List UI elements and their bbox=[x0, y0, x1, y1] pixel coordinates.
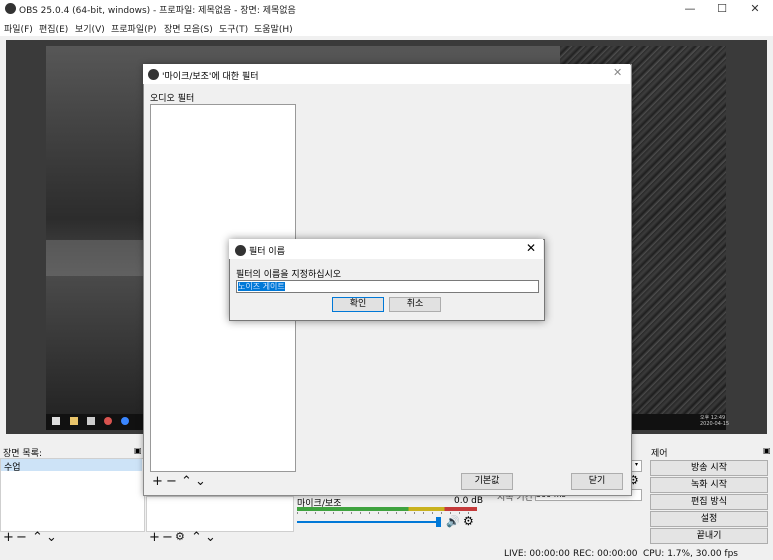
transition-dropdown-arrow[interactable]: ▾ bbox=[631, 460, 642, 472]
filter-down-icon[interactable]: ⌄ bbox=[195, 474, 206, 489]
filter-name-input[interactable]: 노이즈 게이트 bbox=[236, 280, 539, 293]
add-filter-icon[interactable]: + bbox=[152, 474, 163, 489]
ok-button[interactable]: 확인 bbox=[332, 297, 384, 312]
menu-help[interactable]: 도움말(H) bbox=[254, 22, 293, 35]
scene-item-selected[interactable] bbox=[1, 459, 142, 471]
edge-icon bbox=[121, 417, 129, 425]
volume-slider[interactable] bbox=[297, 521, 437, 523]
rec-status: REC: 00:00:00 bbox=[573, 549, 638, 559]
obs-logo-icon bbox=[148, 69, 159, 80]
remove-filter-icon[interactable]: − bbox=[166, 474, 177, 489]
start-streaming-button[interactable]: 방송 시작 bbox=[650, 460, 768, 476]
studio-mode-button[interactable]: 편집 방식 bbox=[650, 494, 768, 510]
controls-float-icon[interactable]: ▣ bbox=[763, 446, 771, 455]
move-up-icon[interactable]: ⌃ bbox=[32, 530, 43, 545]
windows-start-icon bbox=[52, 417, 60, 425]
mixer-level: 0.0 dB bbox=[454, 496, 484, 506]
menu-view[interactable]: 보기(V) bbox=[75, 22, 105, 35]
filter-up-icon[interactable]: ⌃ bbox=[181, 474, 192, 489]
filter-name-value: 노이즈 게이트 bbox=[238, 282, 285, 291]
minimize-button[interactable]: — bbox=[674, 0, 706, 18]
defaults-button[interactable]: 기본값 bbox=[461, 473, 513, 490]
menu-file[interactable]: 파일(F) bbox=[4, 22, 33, 35]
speaker-icon[interactable]: 🔊 bbox=[446, 515, 460, 528]
controls-title: 제어 bbox=[651, 449, 668, 459]
window-title: OBS 25.0.4 (64-bit, windows) - 프로파일: 제목없… bbox=[19, 6, 296, 16]
meter-ticks bbox=[297, 512, 477, 514]
remove-scene-icon[interactable]: − bbox=[16, 530, 27, 545]
obs-logo-icon bbox=[5, 3, 16, 14]
remove-source-icon[interactable]: − bbox=[162, 530, 173, 545]
filters-close-icon[interactable]: ✕ bbox=[613, 66, 622, 79]
add-source-icon[interactable]: + bbox=[149, 530, 160, 545]
maximize-button[interactable]: ☐ bbox=[706, 0, 738, 18]
filter-name-close-icon[interactable]: ✕ bbox=[526, 241, 536, 255]
source-settings-icon[interactable]: ⚙ bbox=[175, 530, 185, 543]
move-down-icon[interactable]: ⌄ bbox=[46, 530, 57, 545]
folder-icon bbox=[70, 417, 78, 425]
captured-clock: 오후 12:49 2020-04-15 bbox=[700, 415, 729, 427]
cancel-button[interactable]: 취소 bbox=[389, 297, 441, 312]
menu-tools[interactable]: 도구(T) bbox=[219, 22, 248, 35]
add-scene-icon[interactable]: + bbox=[3, 530, 14, 545]
volume-slider-handle[interactable] bbox=[436, 517, 441, 527]
menu-edit[interactable]: 편집(E) bbox=[39, 22, 68, 35]
obs-logo-icon bbox=[235, 245, 246, 256]
mixer-gear-icon[interactable]: ⚙ bbox=[463, 514, 474, 528]
dock-float-icon[interactable]: ▣ bbox=[134, 446, 142, 455]
audio-filters-label: 오디오 필터 bbox=[150, 94, 195, 104]
live-status: LIVE: 00:00:00 bbox=[504, 549, 570, 559]
source-down-icon[interactable]: ⌄ bbox=[205, 530, 216, 545]
captured-date: 2020-04-15 bbox=[700, 421, 730, 427]
store-icon bbox=[87, 417, 95, 425]
start-recording-button[interactable]: 녹화 시작 bbox=[650, 477, 768, 493]
chrome-icon bbox=[104, 417, 112, 425]
menu-scene-collection[interactable]: 장면 모음(S) bbox=[164, 22, 213, 35]
source-up-icon[interactable]: ⌃ bbox=[191, 530, 202, 545]
close-button[interactable]: ✕ bbox=[739, 0, 771, 18]
filters-dialog-title: '마이크/보조'에 대한 필터 bbox=[162, 72, 259, 82]
filter-name-title: 필터 이름 bbox=[249, 247, 285, 257]
menu-profile[interactable]: 프로파일(P) bbox=[111, 22, 157, 35]
dialog-close-button[interactable]: 닫기 bbox=[571, 473, 623, 490]
filter-name-prompt: 필터의 이름을 지정하십시오 bbox=[236, 270, 342, 280]
exit-button[interactable]: 끝내기 bbox=[650, 528, 768, 544]
scene-item-label: 수업 bbox=[4, 463, 21, 473]
cpu-status: CPU: 1.7%, 30.00 fps bbox=[643, 549, 738, 559]
volume-meter bbox=[297, 507, 477, 511]
source-list[interactable] bbox=[146, 496, 294, 532]
settings-button[interactable]: 설정 bbox=[650, 511, 768, 527]
